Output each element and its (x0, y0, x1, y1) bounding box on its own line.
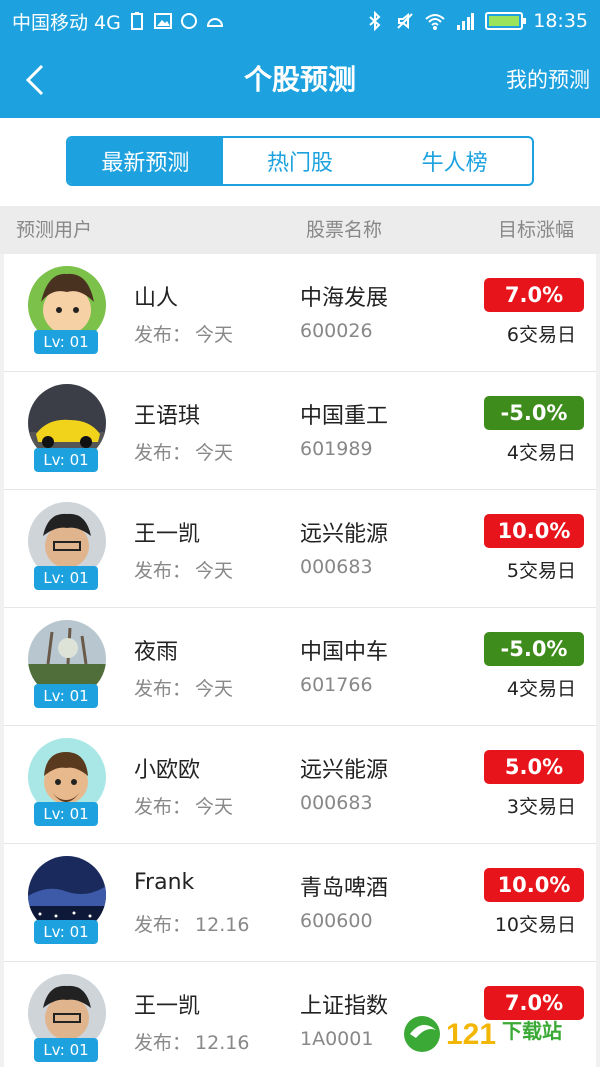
publish-info: 发布： 今天 (134, 796, 234, 818)
publish-info: 发布： 今天 (134, 442, 234, 464)
list-item[interactable]: Lv: 01 Frank 发布： 12.16 青岛啤酒 600600 10.0% … (4, 844, 596, 962)
user-name: 小欧欧 (134, 758, 201, 783)
battery-icon (485, 12, 527, 30)
stock-code: 000683 (300, 792, 373, 814)
stock-name: 远兴能源 (300, 758, 389, 783)
stock-name: 中国重工 (300, 404, 389, 429)
svg-text:下载站: 下载站 (502, 1019, 562, 1043)
target-badge: -5.0% (484, 396, 584, 430)
col-user: 预测用户 (16, 219, 93, 241)
stock-name: 远兴能源 (300, 522, 389, 547)
list-item[interactable]: Lv: 01 夜雨 发布： 今天 中国中车 601766 -5.0% 4交易日 (4, 608, 596, 726)
level-badge: Lv: 01 (34, 566, 98, 590)
list-item[interactable]: Lv: 01 王一凯 发布： 今天 远兴能源 000683 10.0% 5交易日 (4, 490, 596, 608)
user-name: 王一凯 (134, 522, 201, 547)
stock-name: 中海发展 (300, 286, 389, 311)
trading-days: 5交易日 (506, 560, 576, 582)
user-name: 夜雨 (134, 640, 179, 665)
tab-hot-stocks[interactable]: 热门股 (223, 138, 378, 184)
wifi-icon (425, 11, 445, 31)
tab-latest[interactable]: 最新预测 (68, 138, 223, 184)
mute-icon (395, 11, 415, 31)
android-icon (205, 11, 225, 31)
carrier-label: 中国移动 4G (12, 11, 121, 34)
list-item[interactable]: Lv: 01 山人 发布： 今天 中海发展 600026 7.0% 6交易日 (4, 254, 596, 372)
target-badge: 10.0% (484, 868, 584, 902)
trading-days: 4交易日 (506, 442, 576, 464)
level-badge: Lv: 01 (34, 684, 98, 708)
column-header: 预测用户 股票名称 目标涨幅 (0, 206, 600, 254)
user-name: 山人 (134, 286, 179, 311)
stock-code: 600600 (300, 910, 373, 932)
tab-leaderboard[interactable]: 牛人榜 (377, 138, 532, 184)
publish-info: 发布： 今天 (134, 678, 234, 700)
sync-icon (179, 11, 199, 31)
trading-days: 6交易日 (506, 324, 576, 346)
stock-name: 青岛啤酒 (300, 876, 389, 901)
level-badge: Lv: 01 (34, 1038, 98, 1062)
user-name: 王一凯 (134, 994, 201, 1019)
col-stock: 股票名称 (306, 219, 383, 241)
my-predictions-button[interactable]: 我的预测 (506, 42, 590, 118)
stock-code: 600026 (300, 320, 373, 342)
watermark-logo: 121 下载站 (402, 1008, 582, 1058)
list-item[interactable]: Lv: 01 王语琪 发布： 今天 中国重工 601989 -5.0% 4交易日 (4, 372, 596, 490)
trading-days: 10交易日 (494, 914, 576, 936)
list-item[interactable]: Lv: 01 小欧欧 发布： 今天 远兴能源 000683 5.0% 3交易日 (4, 726, 596, 844)
stock-code: 1A0001 (300, 1028, 374, 1050)
target-badge: 7.0% (484, 278, 584, 312)
level-badge: Lv: 01 (34, 330, 98, 354)
stock-code: 601989 (300, 438, 373, 460)
publish-info: 发布： 12.16 (134, 914, 250, 936)
user-name: 王语琪 (134, 404, 201, 429)
level-badge: Lv: 01 (34, 802, 98, 826)
publish-info: 发布： 今天 (134, 560, 234, 582)
level-badge: Lv: 01 (34, 448, 98, 472)
bluetooth-icon (365, 10, 385, 32)
stock-code: 601766 (300, 674, 373, 696)
trading-days: 4交易日 (506, 678, 576, 700)
prediction-list: Lv: 01 山人 发布： 今天 中海发展 600026 7.0% 6交易日 Lv… (4, 254, 596, 1067)
level-badge: Lv: 01 (34, 920, 98, 944)
svg-text:121: 121 (446, 1018, 496, 1051)
nav-bar: 个股预测 我的预测 (0, 42, 600, 118)
target-badge: -5.0% (484, 632, 584, 666)
publish-info: 发布： 12.16 (134, 1032, 250, 1054)
tabs-area: 最新预测 热门股 牛人榜 (0, 118, 600, 206)
trading-days: 3交易日 (506, 796, 576, 818)
user-name: Frank (134, 870, 195, 895)
publish-info: 发布： 今天 (134, 324, 234, 346)
stock-name: 中国中车 (300, 640, 389, 665)
segmented-control: 最新预测 热门股 牛人榜 (66, 136, 534, 186)
status-bar: 中国移动 4G 18:35 (0, 0, 600, 42)
clock: 18:35 (533, 10, 588, 32)
target-badge: 5.0% (484, 750, 584, 784)
cellular-signal-icon (455, 11, 475, 31)
image-icon (153, 11, 173, 31)
stock-code: 000683 (300, 556, 373, 578)
col-target: 目标涨幅 (497, 219, 574, 241)
battery-saver-icon (127, 11, 147, 31)
target-badge: 10.0% (484, 514, 584, 548)
stock-name: 上证指数 (300, 994, 389, 1019)
